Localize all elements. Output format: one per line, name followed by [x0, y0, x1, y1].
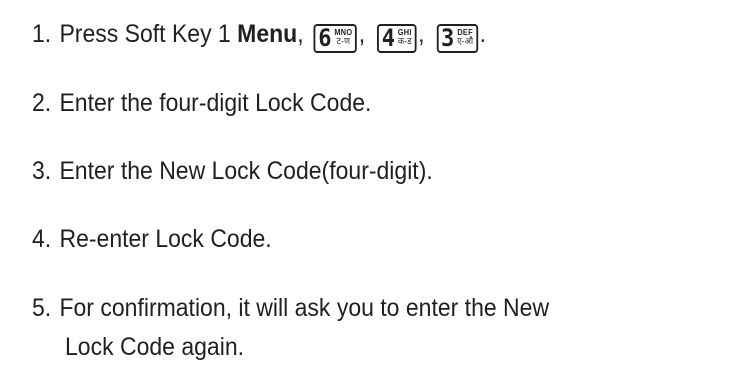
keypad-3-icon: 3 DEF ए-औ: [436, 23, 478, 53]
step-text: Re-enter Lock Code.: [59, 225, 272, 253]
instruction-list: 1. Press Soft Key 1 Menu, 6 MNO ट-ण, 4 GHI क-…: [0, 0, 754, 381]
step-5-continued: Lock Code again.: [65, 329, 244, 365]
separator: .: [479, 20, 486, 48]
step-4: 4. Re-enter Lock Code.: [32, 221, 272, 257]
step-text: Lock Code again.: [65, 333, 245, 361]
step-number: 1.: [32, 20, 52, 48]
separator: ,: [297, 20, 304, 48]
step-text: Press Soft Key 1: [59, 20, 238, 48]
step-number: 5.: [32, 294, 52, 322]
separator: ,: [358, 20, 366, 48]
step-text: For confirmation, it will ask you to ent…: [59, 294, 550, 322]
step-1: 1. Press Soft Key 1 Menu, 6 MNO ट-ण, 4 GHI क-…: [32, 16, 488, 53]
step-number: 4.: [32, 225, 52, 253]
step-number: 3.: [32, 157, 52, 185]
step-3: 3. Enter the New Lock Code(four-digit).: [32, 153, 433, 189]
step-text: Enter the New Lock Code(four-digit).: [59, 157, 433, 185]
keypad-4-icon: 4 GHI क-ड: [377, 23, 417, 53]
separator: ,: [418, 20, 425, 48]
menu-label: Menu: [237, 20, 298, 48]
step-text: Enter the four-digit Lock Code.: [59, 89, 372, 117]
keypad-6-icon: 6 MNO ट-ण: [313, 23, 357, 53]
step-5: 5. For confirmation, it will ask you to e…: [32, 290, 549, 326]
step-number: 2.: [32, 89, 52, 117]
step-2: 2. Enter the four-digit Lock Code.: [32, 85, 371, 121]
